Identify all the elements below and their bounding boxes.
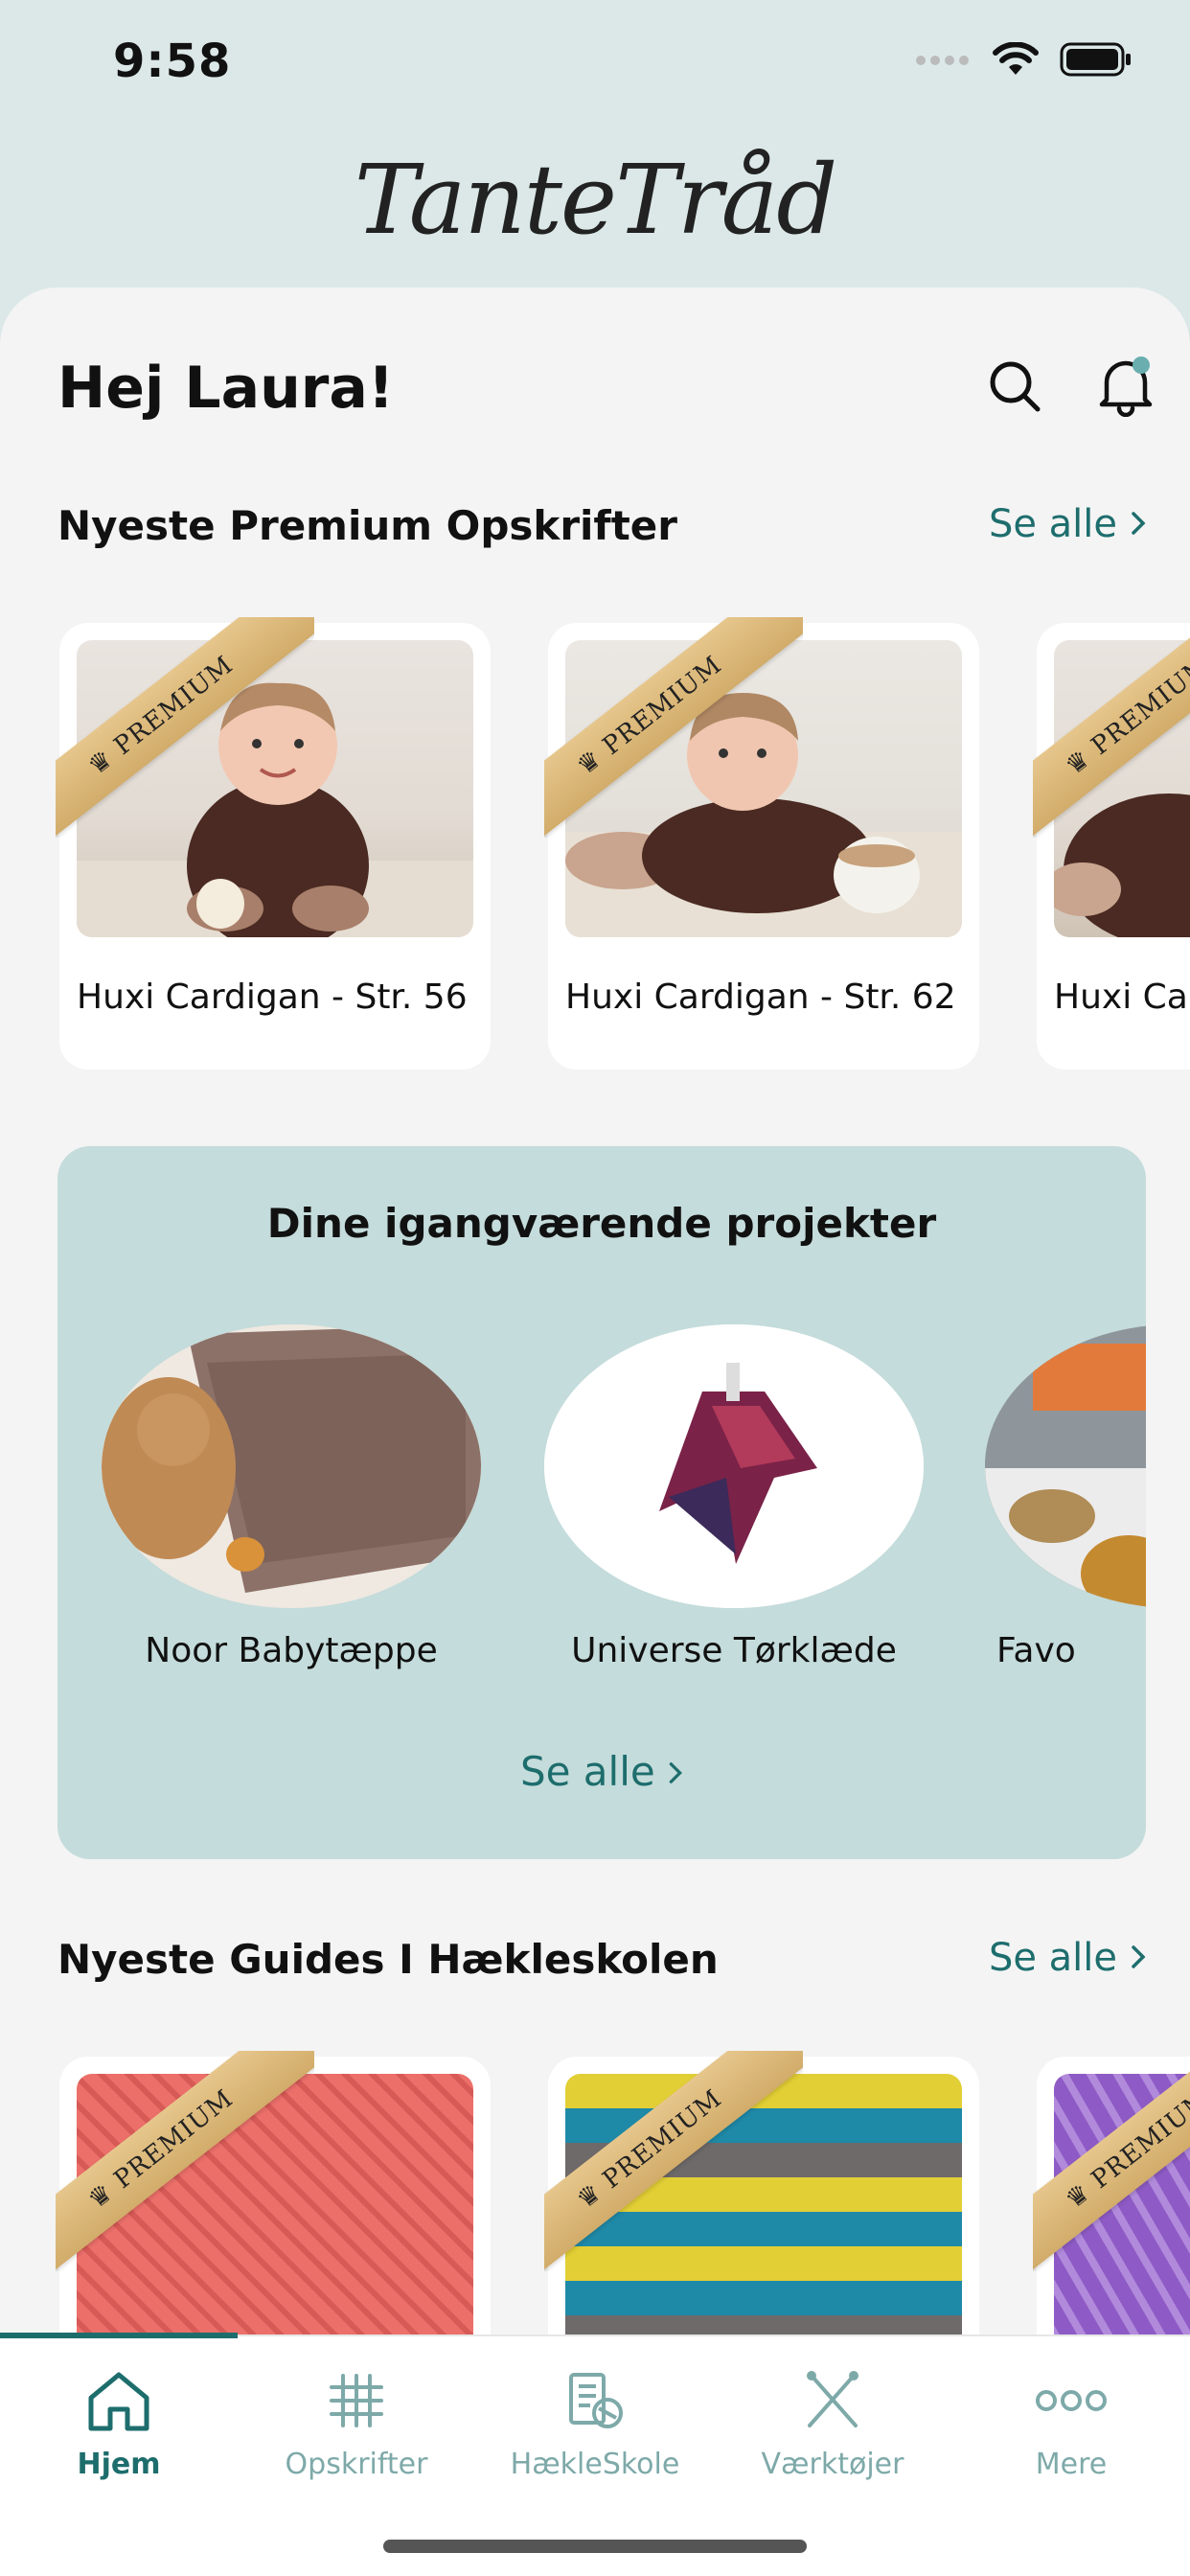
- premium-section-title: Nyeste Premium Opskrifter: [57, 502, 677, 549]
- recipe-image: [1054, 640, 1190, 937]
- guide-image: [565, 2074, 962, 2371]
- ongoing-projects-panel: Dine igangværende projekter Noor Babytæp…: [57, 1146, 1146, 1859]
- project-label: Noor Babytæppe: [145, 1631, 438, 1670]
- recipe-image: [77, 640, 473, 937]
- premium-card-row: ♛ PREMIUM Huxi Cardigan - Str. 56 ♛ PREMIU…: [0, 617, 1190, 1073]
- tab-vaerktoejer[interactable]: Værktøjer: [714, 2358, 951, 2481]
- project-image: [544, 1324, 924, 1608]
- guides-see-all-link[interactable]: Se alle: [989, 1936, 1146, 1980]
- greeting-heading: Hej Laura!: [57, 355, 395, 422]
- projects-see-all-link[interactable]: Se alle: [57, 1748, 1146, 1795]
- signal-icon: [914, 53, 972, 71]
- guide-image: [1054, 2074, 1190, 2371]
- battery-icon: [1060, 42, 1133, 80]
- recipe-card[interactable]: ♛ PREMIUM Huxi Cardigan - Str. 62: [544, 617, 979, 1070]
- recipe-card[interactable]: ♛ PREMIUM Huxi Ca: [1033, 617, 1190, 1070]
- recipe-image: [565, 640, 962, 937]
- tab-label: Hjem: [77, 2448, 161, 2481]
- school-book-icon: [476, 2358, 714, 2444]
- notifications-button[interactable]: [1092, 355, 1159, 422]
- status-time: 9:58: [113, 34, 232, 88]
- more-dots-icon: [952, 2358, 1190, 2444]
- main-sheet: Hej Laura! Nyeste Premium Opskrifter Se …: [0, 288, 1190, 2576]
- chevron-right-icon: [1131, 502, 1146, 546]
- premium-see-all-link[interactable]: Se alle: [989, 502, 1146, 546]
- project-item[interactable]: Favo: [985, 1324, 1146, 1670]
- active-tab-indicator: [0, 2333, 238, 2338]
- see-all-label: Se alle: [519, 1748, 655, 1795]
- home-indicator[interactable]: [383, 2540, 807, 2553]
- tab-label: HækleSkole: [510, 2448, 680, 2481]
- project-item[interactable]: Universe Tørklæde: [544, 1324, 924, 1670]
- recipe-title: Huxi Ca: [1054, 978, 1188, 1017]
- project-label: Favo: [996, 1631, 1076, 1670]
- project-label: Universe Tørklæde: [571, 1631, 897, 1670]
- chevron-right-icon: [1131, 1936, 1146, 1980]
- projects-title: Dine igangværende projekter: [266, 1200, 937, 1247]
- status-icons: [914, 41, 1133, 80]
- guide-image: [77, 2074, 473, 2371]
- see-all-label: Se alle: [988, 1936, 1117, 1980]
- chevron-right-icon: [668, 1748, 683, 1795]
- bell-icon: [1097, 356, 1155, 421]
- tab-label: Opskrifter: [285, 2448, 428, 2481]
- guides-section-title: Nyeste Guides I Hækleskolen: [57, 1936, 719, 1983]
- tab-mere[interactable]: Mere: [952, 2358, 1190, 2481]
- recipe-title: Huxi Cardigan - Str. 62: [565, 978, 956, 1017]
- home-icon: [0, 2358, 238, 2444]
- tab-label: Værktøjer: [761, 2448, 904, 2481]
- recipe-title: Huxi Cardigan - Str. 56: [77, 978, 468, 1017]
- crossed-needles-icon: [714, 2358, 951, 2444]
- project-item[interactable]: Noor Babytæppe: [102, 1324, 481, 1670]
- status-bar: 9:58: [0, 0, 1190, 134]
- tab-haekleskole[interactable]: HækleSkole: [476, 2358, 714, 2481]
- tab-label: Mere: [1035, 2448, 1108, 2481]
- tab-hjem[interactable]: Hjem: [0, 2358, 238, 2481]
- project-image: [102, 1324, 481, 1608]
- tab-opskrifter[interactable]: Opskrifter: [238, 2358, 475, 2481]
- see-all-label: Se alle: [988, 502, 1117, 546]
- wifi-icon: [993, 41, 1039, 80]
- search-icon: [988, 359, 1041, 417]
- grid-hash-icon: [238, 2358, 475, 2444]
- recipe-card[interactable]: ♛ PREMIUM Huxi Cardigan - Str. 56: [56, 617, 491, 1070]
- search-button[interactable]: [981, 355, 1048, 422]
- project-image: [985, 1324, 1146, 1608]
- brand-logo: TanteTråd: [354, 144, 837, 256]
